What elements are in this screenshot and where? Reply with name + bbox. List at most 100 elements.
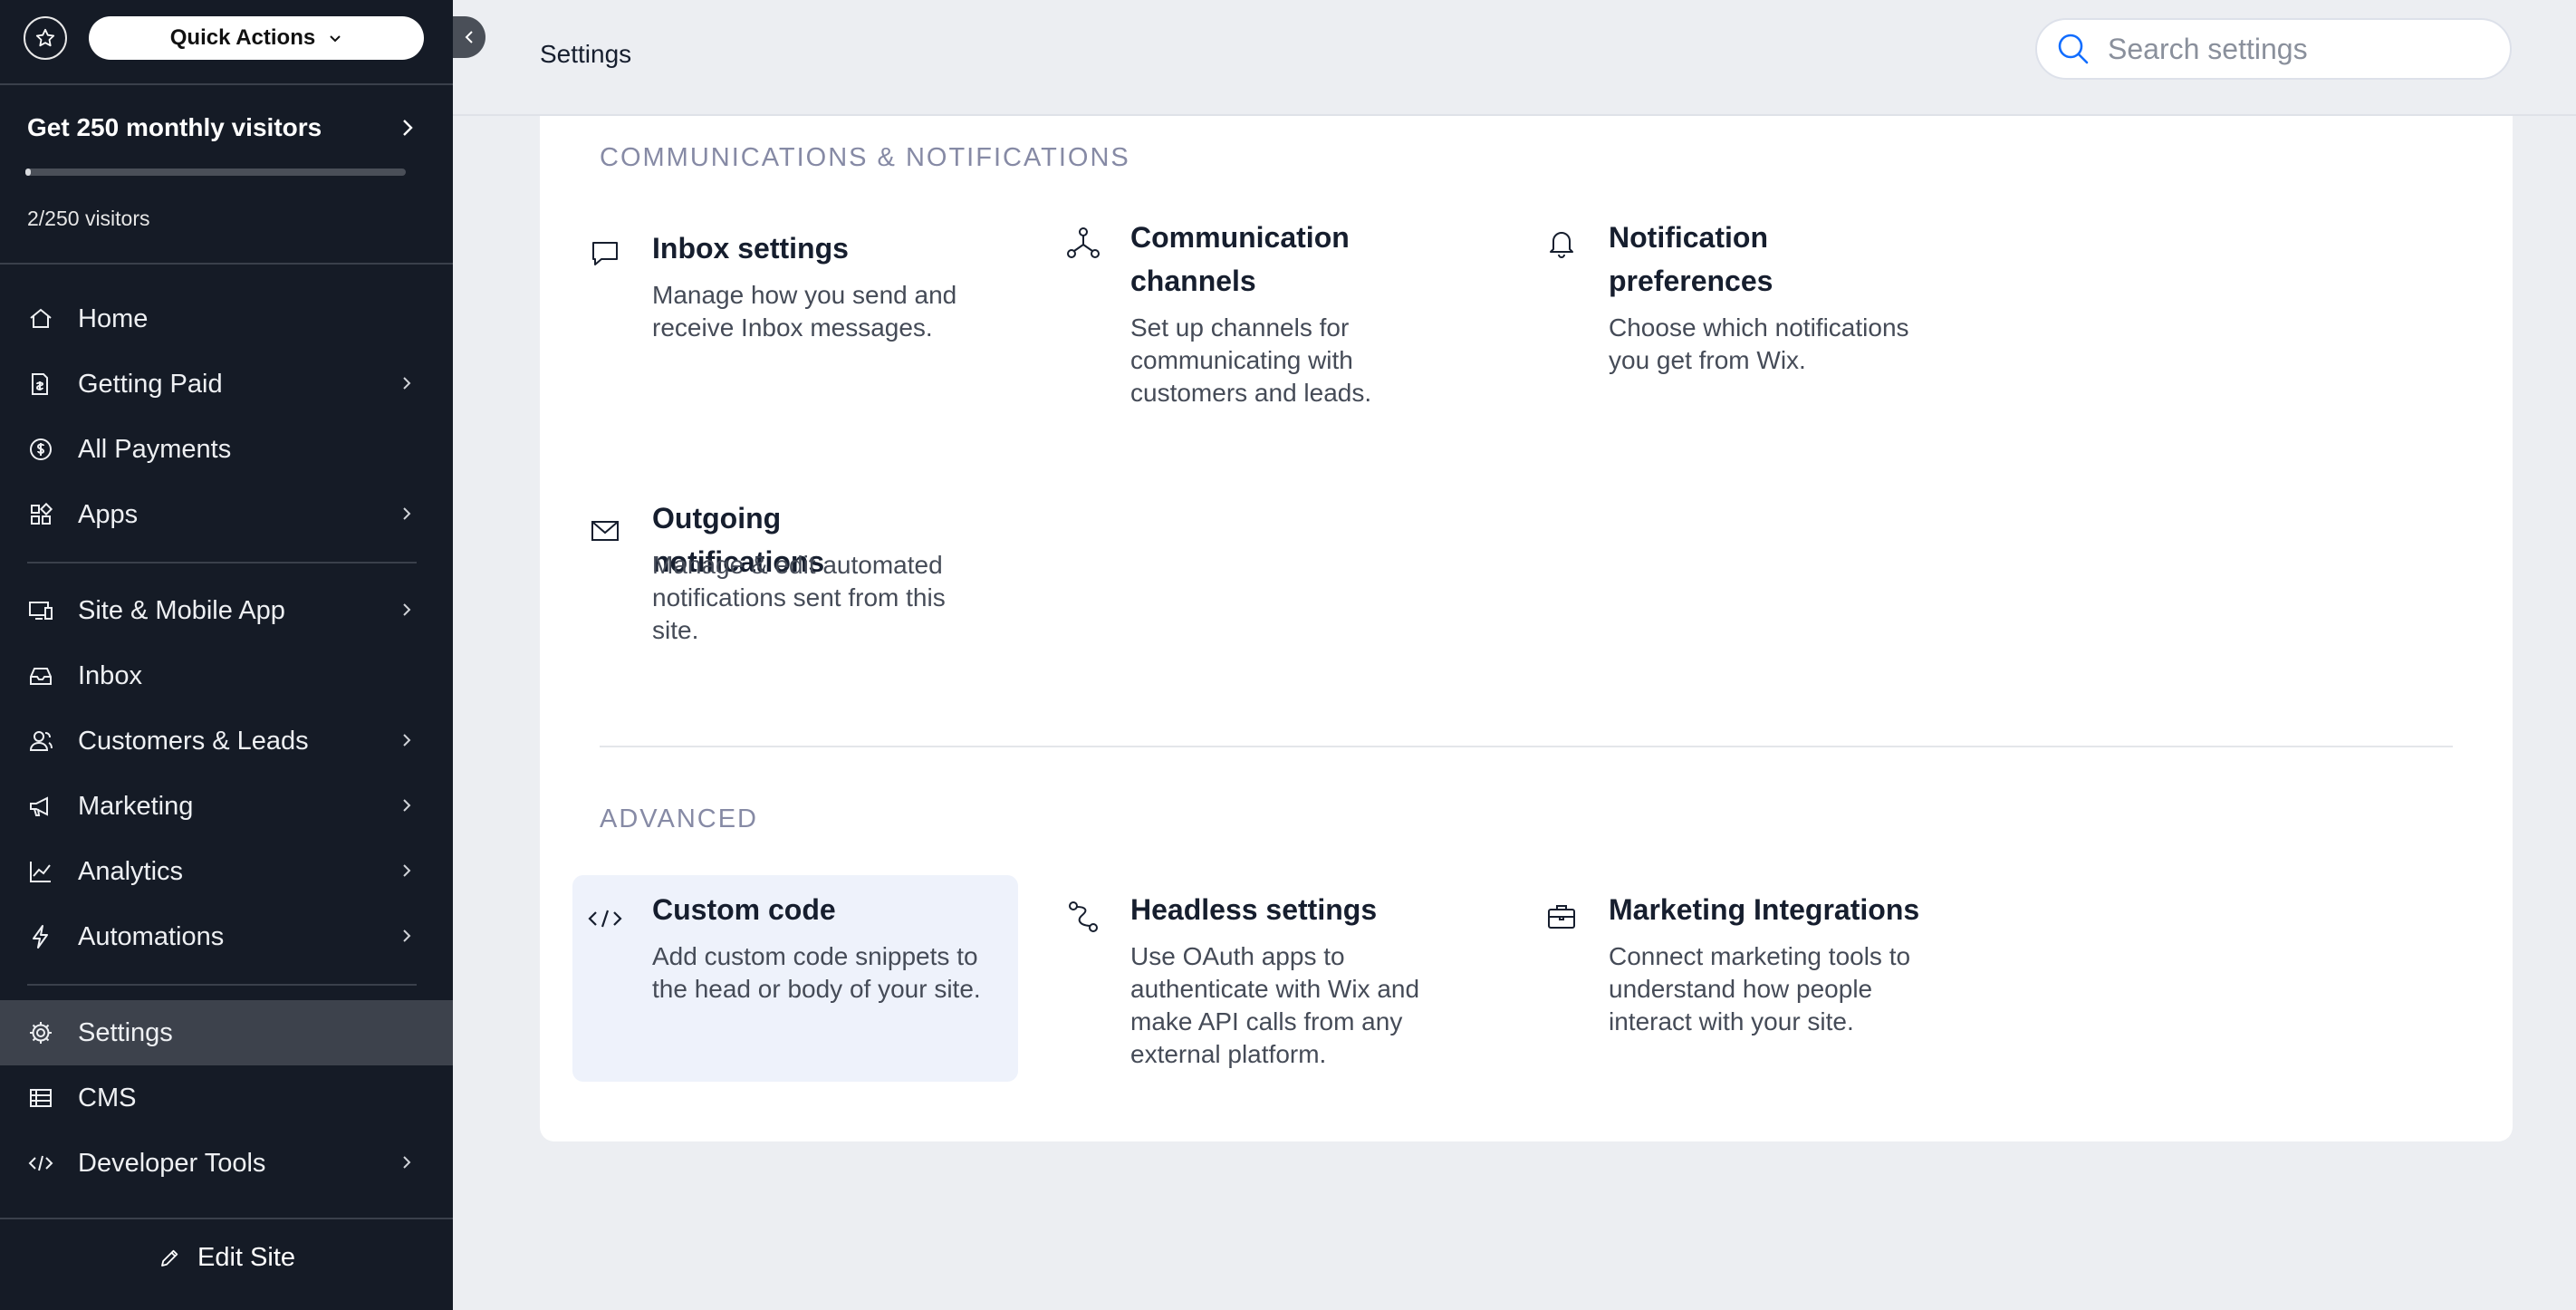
- visitors-progress-fill: [25, 169, 32, 176]
- tile-marketing-integrations[interactable]: Marketing Integrations Connect marketing…: [1529, 875, 1975, 1082]
- sidebar-item-label: Automations: [78, 921, 225, 951]
- favorites-button[interactable]: [24, 16, 67, 60]
- chevron-right-icon: [400, 600, 413, 620]
- sidebar-item-label: Settings: [78, 1017, 173, 1047]
- search-input[interactable]: [2108, 32, 2488, 66]
- tile-title: Notification preferences: [1609, 221, 1773, 297]
- sidebar-item-site-mobile-app[interactable]: Site & Mobile App: [0, 578, 453, 643]
- tile-communication-channels[interactable]: Communication channels Set up channels f…: [1051, 221, 1496, 435]
- tile-title: Marketing Integrations: [1609, 893, 1920, 926]
- envelope-icon: [587, 513, 623, 549]
- lightning-icon: [27, 923, 54, 950]
- chevron-right-icon: [399, 117, 417, 139]
- tile-description: Manage & edit automated notifications se…: [652, 551, 946, 644]
- gear-icon: [27, 1019, 54, 1046]
- chevron-right-icon: [400, 373, 413, 393]
- sidebar-item-label: Developer Tools: [78, 1148, 266, 1178]
- chat-bubble-icon: [587, 236, 623, 272]
- headless-icon: [1065, 899, 1101, 935]
- top-bar: Settings: [453, 0, 2576, 116]
- tile-title: Inbox settings: [652, 232, 849, 265]
- section-divider: [600, 746, 2453, 747]
- sidebar-item-label: CMS: [78, 1083, 137, 1113]
- sidebar: Quick Actions Get 250 monthly visitors 2…: [0, 0, 453, 1310]
- tile-description: Set up channels for communicating with c…: [1130, 313, 1372, 407]
- sidebar-item-settings[interactable]: Settings: [0, 1000, 453, 1065]
- visitors-promo[interactable]: Get 250 monthly visitors: [27, 113, 417, 142]
- tile-inbox-settings[interactable]: Inbox settings Manage how you send and r…: [572, 226, 1018, 435]
- chevron-right-icon: [400, 730, 413, 750]
- quick-actions-row: Quick Actions: [24, 16, 429, 60]
- briefcase-icon: [1543, 899, 1580, 935]
- tile-description: Connect marketing tools to understand ho…: [1609, 942, 1911, 1035]
- sidebar-item-label: All Payments: [78, 434, 232, 464]
- edit-site-button[interactable]: Edit Site: [0, 1243, 453, 1273]
- tile-description: Add custom code snippets to the head or …: [652, 942, 981, 1003]
- chevron-left-icon: [463, 29, 476, 45]
- dollar-circle-icon: [27, 436, 54, 463]
- sidebar-item-home[interactable]: Home: [0, 286, 453, 352]
- tile-description: Manage how you send and receive Inbox me…: [652, 281, 957, 342]
- table-icon: [27, 1084, 54, 1112]
- sidebar-item-all-payments[interactable]: All Payments: [0, 417, 453, 482]
- chevron-right-icon: [400, 861, 413, 881]
- chevron-right-icon: [400, 926, 413, 946]
- sidebar-item-getting-paid[interactable]: Getting Paid: [0, 352, 453, 417]
- sidebar-item-apps[interactable]: Apps: [0, 482, 453, 547]
- page-title: Settings: [540, 40, 632, 68]
- tile-description: Choose which notifications you get from …: [1609, 313, 1909, 374]
- sidebar-item-automations[interactable]: Automations: [0, 904, 453, 969]
- tile-description: Use OAuth apps to authenticate with Wix …: [1130, 942, 1420, 1068]
- sidebar-item-label: Home: [78, 303, 149, 333]
- sidebar-item-label: Site & Mobile App: [78, 595, 285, 625]
- sidebar-divider: [0, 1218, 453, 1219]
- tile-headless-settings[interactable]: Headless settings Use OAuth apps to auth…: [1051, 875, 1496, 1082]
- search-icon: [2055, 31, 2091, 67]
- sidebar-divider: [0, 263, 453, 265]
- inbox-icon: [27, 662, 54, 689]
- devices-icon: [27, 597, 54, 624]
- sidebar-item-inbox[interactable]: Inbox: [0, 643, 453, 708]
- sidebar-item-customers-leads[interactable]: Customers & Leads: [0, 708, 453, 774]
- code-icon: [27, 1150, 54, 1177]
- sidebar-divider: [0, 83, 453, 85]
- sidebar-item-developer-tools[interactable]: Developer Tools: [0, 1131, 453, 1196]
- chevron-right-icon: [400, 1152, 413, 1172]
- analytics-icon: [27, 858, 54, 885]
- network-icon: [1065, 225, 1101, 261]
- star-icon: [34, 27, 56, 49]
- section-label-communications: COMMUNICATIONS & NOTIFICATIONS: [600, 143, 1130, 172]
- chevron-down-icon: [328, 31, 342, 45]
- home-icon: [27, 305, 54, 332]
- quick-actions-button[interactable]: Quick Actions: [89, 16, 424, 60]
- bell-icon: [1543, 225, 1580, 261]
- section-label-advanced: ADVANCED: [600, 804, 758, 833]
- sidebar-divider: [27, 984, 417, 986]
- code-icon: [587, 901, 623, 937]
- sidebar-item-label: Customers & Leads: [78, 726, 309, 756]
- tile-notification-preferences[interactable]: Notification preferences Choose which no…: [1529, 221, 1975, 435]
- sidebar-item-analytics[interactable]: Analytics: [0, 839, 453, 904]
- tile-title: Headless settings: [1130, 893, 1378, 926]
- promo-title: Get 250 monthly visitors: [27, 113, 322, 141]
- sidebar-item-label: Getting Paid: [78, 369, 223, 399]
- sidebar-item-cms[interactable]: CMS: [0, 1065, 453, 1131]
- sidebar-item-label: Inbox: [78, 660, 142, 690]
- tile-title: Custom code: [652, 893, 836, 926]
- pencil-icon: [158, 1247, 181, 1270]
- search-box[interactable]: [2035, 18, 2512, 80]
- customers-icon: [27, 727, 54, 755]
- tile-outgoing-notifications[interactable]: Outgoing notifications Manage & edit aut…: [572, 502, 1018, 699]
- sidebar-item-label: Apps: [78, 499, 139, 529]
- sidebar-item-label: Analytics: [78, 856, 184, 886]
- visitors-count: 2/250 visitors: [27, 207, 150, 230]
- sidebar-item-marketing[interactable]: Marketing: [0, 774, 453, 839]
- sidebar-divider: [27, 562, 417, 563]
- visitors-progress-bar: [25, 169, 406, 176]
- megaphone-icon: [27, 793, 54, 820]
- edit-site-label: Edit Site: [197, 1243, 295, 1272]
- tile-custom-code[interactable]: Custom code Add custom code snippets to …: [572, 875, 1018, 1082]
- settings-card: COMMUNICATIONS & NOTIFICATIONS Inbox set…: [540, 116, 2513, 1141]
- apps-icon: [27, 501, 54, 528]
- chevron-right-icon: [400, 504, 413, 524]
